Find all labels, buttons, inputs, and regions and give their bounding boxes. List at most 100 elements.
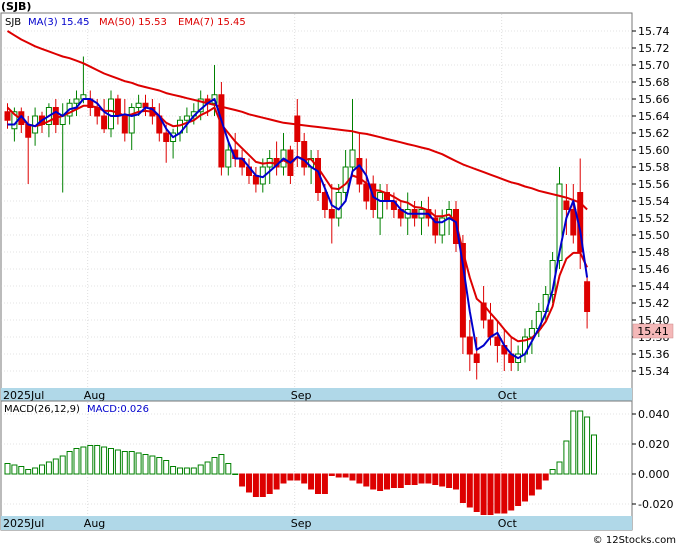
macd-bar — [66, 451, 73, 475]
candle-body — [4, 111, 11, 121]
macd-bar — [584, 416, 591, 475]
macd-bar — [487, 473, 494, 515]
macd-bar — [453, 473, 459, 490]
price-legend: SJB MA(3) 15.45 MA(50) 15.53 EMA(7) 15.45 — [2, 14, 250, 28]
macd-legend-title: MACD(26,12,9) — [4, 404, 80, 415]
macd-bar — [73, 448, 80, 475]
price-tick-label: 15.50 — [638, 229, 670, 242]
macd-bar — [218, 454, 225, 475]
price-tick-label: 15.66 — [638, 93, 670, 106]
macd-bar — [197, 464, 204, 475]
candle-body — [183, 115, 190, 121]
macd-tick-label: 0.020 — [638, 438, 670, 451]
macd-bar — [266, 473, 273, 494]
chart-svg: 2025Jul Aug Sep Oct 15.74 15.72 15.70 15.68 15.… — [0, 0, 680, 546]
price-date-label: Aug — [84, 389, 105, 402]
legend-item: EMA(7) 15.45 — [178, 17, 246, 28]
macd-bar — [494, 473, 501, 514]
price-tick-label: 15.46 — [638, 263, 670, 276]
macd-bar — [459, 473, 466, 503]
price-tick-label: 15.70 — [638, 59, 670, 72]
legend-item: MA(50) 15.53 — [99, 17, 167, 28]
price-tick-label: 15.34 — [638, 365, 670, 378]
chart-stage: 2025Jul Aug Sep Oct 15.74 15.72 15.70 15.68 15.… — [0, 0, 680, 546]
candle-body — [494, 336, 501, 346]
macd-bar — [363, 473, 370, 487]
candle-body — [101, 115, 108, 130]
legend-item: MA(3) 15.45 — [28, 17, 89, 28]
price-tick-label: 15.72 — [638, 42, 670, 55]
price-tick-label: 15.56 — [638, 178, 670, 191]
candle-body — [128, 107, 135, 134]
macd-bar — [563, 440, 570, 475]
macd-bar — [528, 473, 535, 496]
macd-bar — [577, 410, 584, 475]
macd-bar — [508, 473, 515, 511]
macd-bar — [356, 473, 363, 484]
macd-bar — [542, 473, 549, 481]
macd-bar — [18, 466, 25, 475]
macd-bar — [32, 467, 39, 475]
macd-bar — [370, 473, 377, 490]
candle-body — [342, 166, 349, 193]
macd-bar — [163, 460, 170, 475]
candle-body — [349, 149, 356, 168]
candle-body — [466, 336, 473, 355]
macd-bar — [335, 473, 342, 478]
macd-bar — [377, 473, 384, 491]
macd-bar — [232, 473, 239, 475]
macd-bar — [87, 445, 94, 475]
macd-bar — [301, 473, 308, 484]
macd-bar — [549, 469, 556, 475]
macd-bar — [570, 410, 577, 475]
macd-bar — [204, 461, 211, 475]
macd-bar — [384, 473, 390, 490]
macd-bar — [294, 473, 301, 481]
macd-bar — [480, 473, 487, 515]
price-tick-label: 15.60 — [638, 144, 670, 157]
price-tick-label: 15.42 — [638, 297, 670, 310]
macd-bar — [522, 473, 528, 502]
macd-bar — [259, 473, 266, 497]
macd-legend-value: MACD:0.026 — [87, 404, 149, 415]
macd-bar — [170, 466, 177, 475]
macd-bar — [397, 473, 404, 488]
macd-bar — [425, 473, 432, 484]
macd-bar — [183, 467, 190, 475]
macd-bar — [45, 461, 52, 475]
candle-body — [377, 192, 384, 219]
chart-title: (SJB) — [1, 0, 31, 13]
macd-bar — [446, 473, 453, 488]
macd-date-label: 2025Jul — [3, 517, 44, 530]
macd-legend: MACD(26,12,9) MACD:0.026 — [4, 404, 149, 415]
macd-bar — [315, 473, 321, 494]
candle-body — [163, 132, 170, 142]
macd-date-label: Sep — [291, 517, 312, 530]
price-tick-label: 15.52 — [638, 212, 670, 225]
macd-bar — [466, 473, 473, 508]
macd-bar — [418, 473, 425, 484]
macd-bar — [142, 454, 149, 475]
macd-bar — [246, 473, 252, 493]
candle-body — [487, 319, 494, 338]
macd-bar — [411, 473, 418, 485]
last-price-value: 15.41 — [637, 325, 669, 338]
macd-bar — [59, 455, 66, 475]
macd-bar — [52, 458, 59, 475]
candle-body — [121, 115, 128, 134]
macd-bar — [114, 449, 121, 475]
macd-bar — [94, 445, 101, 475]
candle-body — [25, 124, 32, 138]
macd-date-label: Oct — [498, 517, 518, 530]
macd-bar — [439, 473, 446, 487]
candle-body — [225, 149, 232, 168]
price-date-label: Oct — [498, 389, 518, 402]
macd-bar — [591, 434, 597, 475]
macd-bar — [556, 461, 563, 475]
price-tick-label: 15.48 — [638, 246, 670, 259]
macd-bar — [190, 467, 197, 475]
candle-body — [363, 183, 370, 202]
macd-bar — [273, 473, 280, 490]
macd-bar — [39, 464, 45, 475]
macd-bar — [390, 473, 397, 488]
